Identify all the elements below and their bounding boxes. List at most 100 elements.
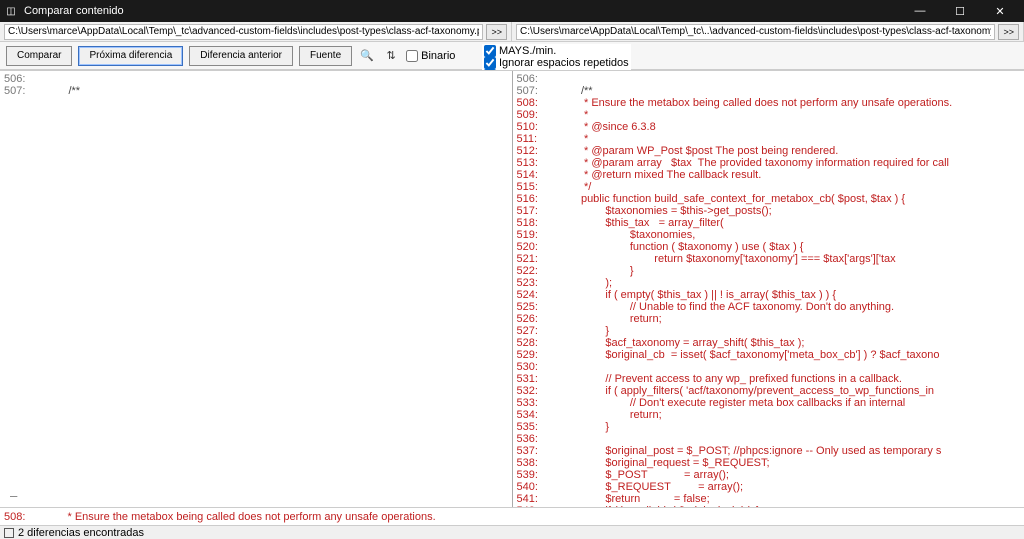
code-line[interactable]: 516: public function build_safe_context_… — [513, 193, 1024, 205]
compare-button[interactable]: Comparar — [6, 46, 72, 66]
code-line[interactable]: 525: // Unable to find the ACF taxonomy.… — [513, 301, 1024, 313]
line-text: if ( apply_filters( 'acf/taxonomy/preven… — [553, 385, 1024, 397]
line-text: } — [553, 265, 1024, 277]
code-line[interactable]: 514: * @return mixed The callback result… — [513, 169, 1024, 181]
ignore-spaces-label: Ignorar espacios repetidos — [499, 57, 629, 69]
line-text: * @since 6.3.8 — [553, 121, 1024, 133]
line-number: 539: — [513, 469, 553, 481]
line-number: 508: — [513, 97, 553, 109]
line-number: 511: — [513, 133, 553, 145]
code-line[interactable]: 511: * — [513, 133, 1024, 145]
window-title: Comparar contenido — [24, 5, 900, 17]
line-text: * — [553, 133, 1024, 145]
line-text: return $taxonomy['taxonomy'] === $tax['a… — [553, 253, 1024, 265]
diffstrip-lineno: 508: — [0, 511, 40, 523]
line-number: 516: — [513, 193, 553, 205]
line-text: */ — [553, 181, 1024, 193]
code-line[interactable]: 541: $return = false; — [513, 493, 1024, 505]
code-line[interactable]: 509: * — [513, 109, 1024, 121]
close-button[interactable]: ✕ — [980, 0, 1020, 22]
code-line[interactable]: 524: if ( empty( $this_tax ) || ! is_arr… — [513, 289, 1024, 301]
line-number: 519: — [513, 229, 553, 241]
updown-icon[interactable]: ⇅ — [382, 47, 400, 65]
line-number: 528: — [513, 337, 553, 349]
ignore-spaces-checkbox[interactable]: Ignorar espacios repetidos — [482, 57, 631, 69]
left-path-input[interactable] — [4, 24, 483, 40]
maximize-button[interactable]: ☐ — [940, 0, 980, 22]
code-line[interactable]: 526: return; — [513, 313, 1024, 325]
line-text: // Don't execute register meta box callb… — [553, 397, 1024, 409]
previous-difference-button[interactable]: Diferencia anterior — [189, 46, 293, 66]
font-button[interactable]: Fuente — [299, 46, 352, 66]
right-pane[interactable]: 506:507: /**508: * Ensure the metabox be… — [513, 71, 1024, 507]
line-number: 532: — [513, 385, 553, 397]
line-number: 536: — [513, 433, 553, 445]
line-text: if ( empty( $this_tax ) || ! is_array( $… — [553, 289, 1024, 301]
code-line[interactable]: 537: $original_post = $_POST; //phpcs:ig… — [513, 445, 1024, 457]
line-number: 507: — [513, 85, 553, 97]
code-line[interactable]: 523: ); — [513, 277, 1024, 289]
code-line[interactable]: 508: * Ensure the metabox being called d… — [513, 97, 1024, 109]
code-line[interactable]: 534: return; — [513, 409, 1024, 421]
line-text: * @return mixed The callback result. — [553, 169, 1024, 181]
binary-checkbox[interactable]: Binario — [406, 50, 455, 62]
line-text: } — [553, 421, 1024, 433]
line-number: 533: — [513, 397, 553, 409]
code-line[interactable]: 513: * @param array $tax The provided ta… — [513, 157, 1024, 169]
line-text: * Ensure the metabox being called does n… — [553, 97, 1024, 109]
diff-panes: 506:507: /** — 506:507: /**508: * Ensure… — [0, 70, 1024, 507]
code-line[interactable]: 529: $original_cb = isset( $acf_taxonomy… — [513, 349, 1024, 361]
code-line[interactable]: 536: — [513, 433, 1024, 445]
line-text: $original_post = $_POST; //phpcs:ignore … — [553, 445, 1024, 457]
code-line[interactable]: 510: * @since 6.3.8 — [513, 121, 1024, 133]
code-line[interactable]: 533: // Don't execute register meta box … — [513, 397, 1024, 409]
right-path-container: >> — [512, 22, 1024, 41]
line-text: // Prevent access to any wp_ prefixed fu… — [553, 373, 1024, 385]
line-text: // Unable to find the ACF taxonomy. Don'… — [553, 301, 1024, 313]
code-line[interactable]: 540: $_REQUEST = array(); — [513, 481, 1024, 493]
line-number: 541: — [513, 493, 553, 505]
status-text: 2 diferencias encontradas — [18, 527, 144, 539]
code-line[interactable]: 512: * @param WP_Post $post The post bei… — [513, 145, 1024, 157]
code-line[interactable]: 507: /** — [0, 85, 512, 97]
right-path-browse-button[interactable]: >> — [998, 24, 1019, 40]
line-text: $original_cb = isset( $acf_taxonomy['met… — [553, 349, 1024, 361]
line-number: 537: — [513, 445, 553, 457]
code-line[interactable]: 506: — [0, 73, 512, 85]
code-line[interactable]: 520: function ( $taxonomy ) use ( $tax )… — [513, 241, 1024, 253]
next-difference-button[interactable]: Próxima diferencia — [78, 46, 183, 66]
search-icon[interactable]: 🔍 — [358, 47, 376, 65]
line-text: return; — [553, 313, 1024, 325]
line-number: 540: — [513, 481, 553, 493]
code-line[interactable]: 522: } — [513, 265, 1024, 277]
line-number: 524: — [513, 289, 553, 301]
case-checkbox[interactable]: MAYS./min. — [482, 45, 631, 57]
code-line[interactable]: 538: $original_request = $_REQUEST; — [513, 457, 1024, 469]
line-number: 531: — [513, 373, 553, 385]
path-bar: >> >> — [0, 22, 1024, 42]
code-line[interactable]: 539: $_POST = array(); — [513, 469, 1024, 481]
code-line[interactable]: 528: $acf_taxonomy = array_shift( $this_… — [513, 337, 1024, 349]
code-line[interactable]: 518: $this_tax = array_filter( — [513, 217, 1024, 229]
left-path-browse-button[interactable]: >> — [486, 24, 507, 40]
line-text: * — [553, 109, 1024, 121]
minimize-button[interactable]: — — [900, 0, 940, 22]
line-text: $_POST = array(); — [553, 469, 1024, 481]
code-line[interactable]: 532: if ( apply_filters( 'acf/taxonomy/p… — [513, 385, 1024, 397]
code-line[interactable]: 507: /** — [513, 85, 1024, 97]
code-line[interactable]: 521: return $taxonomy['taxonomy'] === $t… — [513, 253, 1024, 265]
line-number: 527: — [513, 325, 553, 337]
code-line[interactable]: 515: */ — [513, 181, 1024, 193]
code-line[interactable]: 530: — [513, 361, 1024, 373]
code-line[interactable]: 517: $taxonomies = $this->get_posts(); — [513, 205, 1024, 217]
code-line[interactable]: 531: // Prevent access to any wp_ prefix… — [513, 373, 1024, 385]
line-number: 509: — [513, 109, 553, 121]
line-number: 534: — [513, 409, 553, 421]
right-path-input[interactable] — [516, 24, 995, 40]
code-line[interactable]: 527: } — [513, 325, 1024, 337]
code-line[interactable]: 506: — [513, 73, 1024, 85]
left-pane[interactable]: 506:507: /** — — [0, 71, 513, 507]
code-line[interactable]: 519: $taxonomies, — [513, 229, 1024, 241]
line-text: /** — [40, 85, 512, 97]
code-line[interactable]: 535: } — [513, 421, 1024, 433]
